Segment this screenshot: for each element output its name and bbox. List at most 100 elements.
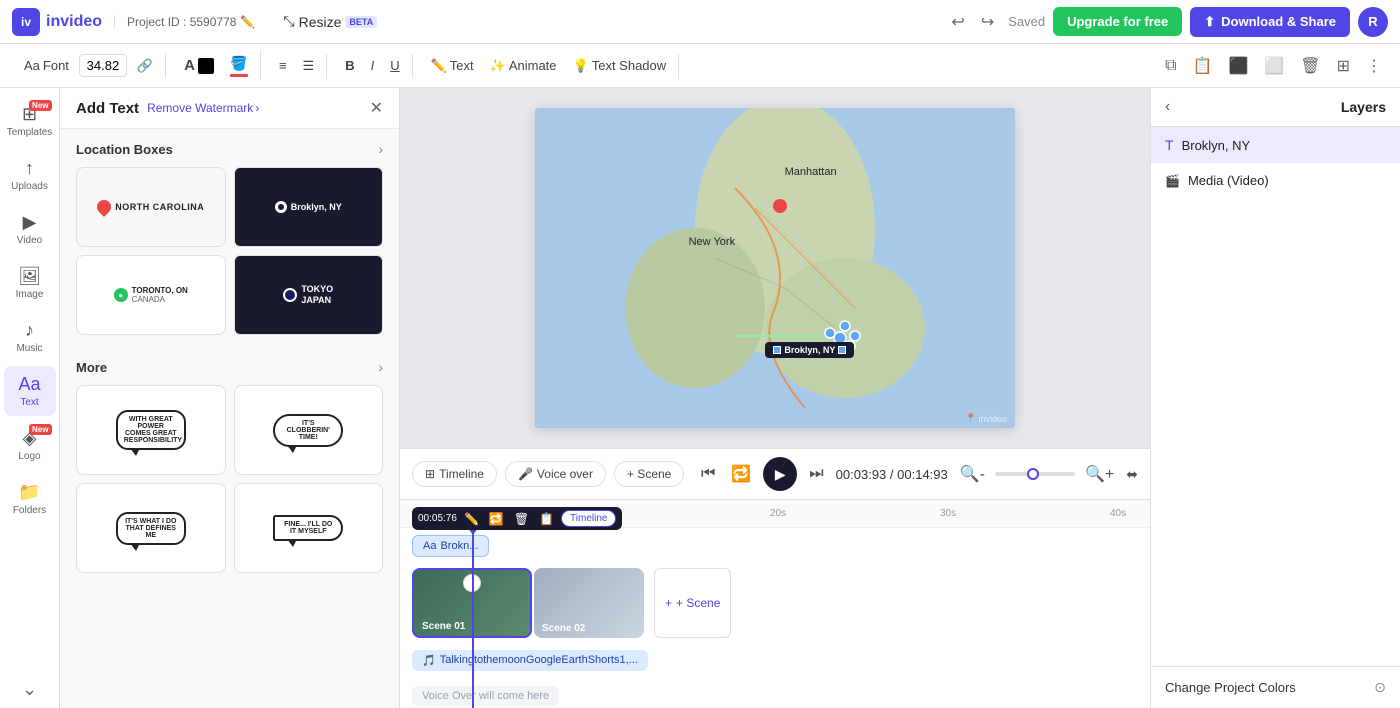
timeline-tab[interactable]: ⊞ Timeline [412, 461, 497, 487]
download-icon: ⬆ [1204, 14, 1215, 30]
toronto-name: TORONTO, ON [132, 286, 188, 295]
zoom-in-button[interactable]: 🔍+ [1081, 460, 1118, 488]
header-right: ↩ ↪ Saved Upgrade for free ⬆ Download & … [945, 7, 1388, 37]
speech-card-3[interactable]: IT'S WHAT I DO THAT DEFINES ME [76, 483, 226, 573]
shadow-icon: 💡 [573, 58, 589, 74]
text-button[interactable]: ✏️ Text [425, 54, 480, 78]
location-section-arrow[interactable]: › [378, 141, 383, 157]
change-colors-button[interactable]: Change Project Colors ⊙ [1151, 666, 1400, 708]
sidebar-item-uploads[interactable]: ↑ Uploads [4, 150, 56, 200]
sidebar-item-music[interactable]: ♪ Music [4, 312, 56, 362]
align-right-button[interactable]: ☰ [297, 54, 321, 78]
timeline-tab-icon: ⊞ [425, 467, 435, 481]
redo-button[interactable]: ↪ [975, 8, 1000, 36]
folders-label: Folders [13, 505, 46, 516]
location-card-nc[interactable]: NORTH CAROLINA [76, 167, 226, 247]
text-shadow-button[interactable]: 💡 Text Shadow [567, 54, 673, 78]
image-label: Image [16, 289, 44, 300]
resize-button[interactable]: ⤡ Resize BETA [275, 9, 385, 34]
download-button[interactable]: ⬆ Download & Share [1190, 7, 1350, 37]
location-card-brooklyn[interactable]: Broklyn, NY [234, 167, 384, 247]
sidebar-item-templates[interactable]: ⊞ Templates New [4, 96, 56, 146]
bold-button[interactable]: B [339, 54, 360, 77]
location-card-toronto[interactable]: ● TORONTO, ON CANADA [76, 255, 226, 335]
scene-tab-label: + Scene [627, 467, 671, 481]
upgrade-button[interactable]: Upgrade for free [1053, 7, 1182, 36]
text-icon: Aa [423, 540, 436, 552]
zoom-out-button[interactable]: 🔍- [956, 460, 989, 488]
canvas[interactable]: Manhattan New York Broklyn, NY 📍invideo [535, 108, 1015, 428]
align-group: ≡ ☰ [267, 54, 327, 78]
panel-close-button[interactable]: ✕ [370, 98, 383, 118]
layer-item-media[interactable]: 🎬 Media (Video) [1151, 163, 1400, 198]
animate-button[interactable]: ✨ Animate [484, 54, 563, 78]
fill-icon: 🪣 [230, 55, 247, 72]
sidebar-item-image[interactable]: 🖼 Image [4, 258, 56, 308]
timeline-block-label[interactable]: Timeline [561, 510, 616, 527]
text-block[interactable]: Aa Brokn... [412, 535, 489, 557]
voiceover-tab-label: Voice over [537, 467, 593, 481]
logo-label: Logo [18, 451, 40, 462]
logo-text: invideo [46, 13, 102, 31]
voiceover-block[interactable]: Voice Over will come here [412, 686, 559, 706]
image-icon: 🖼 [18, 266, 41, 287]
location-card-tokyo[interactable]: TOKYOJAPAN [234, 255, 384, 335]
canvas-container: Manhattan New York Broklyn, NY 📍invideo [400, 88, 1150, 448]
sidebar-item-folders[interactable]: 📁 Folders [4, 474, 56, 524]
edit-project-icon[interactable]: ✏️ [240, 15, 255, 29]
nc-label: NORTH CAROLINA [115, 202, 204, 212]
music-block[interactable]: 🎵 TalkingtothemoonGoogleEarthShorts1,... [412, 650, 648, 671]
skip-forward-button[interactable]: ⏭ [805, 461, 827, 487]
speech-card-1[interactable]: WITH GREAT POWER COMES GREAT RESPONSIBIL… [76, 385, 226, 475]
edit-block-button[interactable]: ✏️ [461, 511, 482, 527]
speech-card-4[interactable]: FINE... I'LL DO IT MYSELF [234, 483, 384, 573]
undo-button[interactable]: ↩ [945, 8, 970, 36]
sidebar-item-logo[interactable]: ◈ Logo New [4, 420, 56, 470]
more-options-button[interactable]: ⋮ [1360, 52, 1388, 80]
duplicate-button[interactable]: ⧉ [1159, 53, 1182, 79]
scene-tab[interactable]: + Scene [614, 461, 684, 487]
lock-ratio-button[interactable]: 🔗 [131, 54, 159, 78]
sidebar-item-text[interactable]: Aa Text [4, 366, 56, 416]
send-back-button[interactable]: ⬜ [1258, 52, 1290, 80]
remove-watermark-link[interactable]: Remove Watermark › [147, 101, 259, 115]
speech-card-2[interactable]: IT'S CLOBBERIN' TIME! [234, 385, 384, 475]
tracks: 00:05:76 ✏️ 🔁 🗑 📋 Timeline Aa Brokn... [400, 528, 1150, 708]
brooklyn-label-box[interactable]: Broklyn, NY [765, 342, 854, 358]
underline-button[interactable]: U [384, 54, 405, 77]
skip-back-button[interactable]: ⏮ [697, 461, 719, 487]
more-section-arrow[interactable]: › [378, 359, 383, 375]
loop-button[interactable]: 🔁 [727, 460, 755, 488]
sidebar-more-button[interactable]: ⌄ [22, 679, 37, 700]
text-color-button[interactable]: A [178, 53, 220, 78]
copy-button[interactable]: 📋 [1187, 52, 1219, 80]
scene-block-2[interactable]: Scene 02 [534, 568, 644, 638]
expand-timeline-button[interactable]: ⬌ [1126, 466, 1138, 483]
font-button[interactable]: Aa Font [18, 54, 75, 77]
font-size-input[interactable] [79, 54, 127, 77]
grid-button[interactable]: ⊞ [1331, 52, 1356, 80]
ruler-40s: 40s [1110, 508, 1126, 519]
bring-forward-button[interactable]: ⬛ [1222, 52, 1254, 80]
download-label: Download & Share [1221, 14, 1336, 29]
copy-block-button[interactable]: 📋 [536, 511, 557, 527]
logo-icon: iv [12, 8, 40, 36]
italic-button[interactable]: I [365, 54, 381, 77]
zoom-slider[interactable] [995, 472, 1075, 476]
add-scene-button[interactable]: + + Scene [654, 568, 731, 638]
voiceover-tab[interactable]: 🎤 Voice over [505, 461, 606, 487]
delete-block-button[interactable]: 🗑 [511, 511, 532, 527]
brooklyn-label: Broklyn, NY [291, 202, 342, 212]
play-button[interactable]: ▶ [763, 457, 797, 491]
fill-color-button[interactable]: 🪣 [224, 51, 254, 81]
ruler-20s: 20s [770, 508, 786, 519]
delete-button[interactable]: 🗑 [1294, 52, 1326, 80]
avatar[interactable]: R [1358, 7, 1388, 37]
align-left-button[interactable]: ≡ [273, 54, 293, 77]
loop-block-button[interactable]: 🔁 [486, 511, 507, 527]
timeline-area: ⊞ Timeline 🎤 Voice over + Scene ⏮ 🔁 ▶ ⏭ … [400, 448, 1150, 708]
layer-item-text[interactable]: T Broklyn, NY [1151, 127, 1400, 163]
collapse-panel-button[interactable]: ‹ [1165, 98, 1170, 116]
sidebar-item-video[interactable]: ▶ Video [4, 204, 56, 254]
speech-grid: WITH GREAT POWER COMES GREAT RESPONSIBIL… [76, 385, 383, 573]
